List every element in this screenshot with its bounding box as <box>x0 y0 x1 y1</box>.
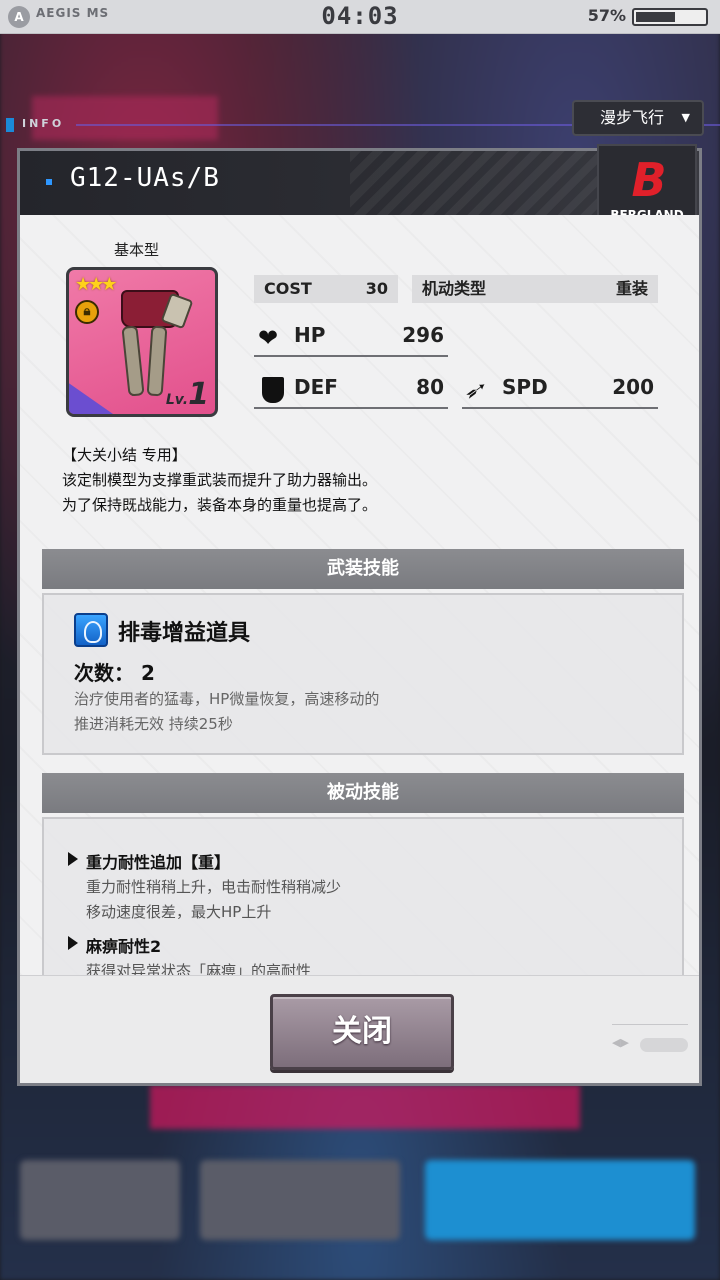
passive-description-line: 移动速度很差，最大HP上升 <box>86 903 272 921</box>
scroll-control[interactable]: ◀▶ <box>612 1018 692 1058</box>
header-decoration <box>350 151 600 215</box>
battery-percent: 57% <box>587 6 626 25</box>
passive-skill-header: 被动技能 <box>42 773 684 813</box>
close-button[interactable]: 关闭 <box>270 994 454 1070</box>
skill-count: 次数： 2 <box>74 657 155 686</box>
passive-description-line: 重力耐性稍稍上升，电击耐性稍稍减少 <box>86 878 342 896</box>
mobility-label: 机动类型 <box>422 279 487 298</box>
battery-icon <box>632 8 708 26</box>
hp-value: 296 <box>402 323 444 347</box>
skill-description-line: 推进消耗无效 持续25秒 <box>74 715 233 733</box>
passive-name: 重力耐性追加【重】 <box>86 853 231 872</box>
info-marker <box>6 118 14 132</box>
weapon-skill-box: 排毒增益道具 次数： 2 治疗使用者的猛毒，HP微量恢复，高速移动的 推进消耗无… <box>42 593 684 755</box>
cost-stat: COST 30 <box>254 275 398 303</box>
background-home-button <box>200 1160 400 1240</box>
armor-part <box>146 325 168 397</box>
lock-icon[interactable]: 🔒︎ <box>75 300 99 324</box>
equipment-description: 【大关小结 专用】 该定制模型为支撑重武装而提升了助力器输出。 为了保持既战能力… <box>62 443 662 518</box>
description-line: 【大关小结 专用】 <box>62 446 187 464</box>
cost-value: 30 <box>365 279 388 298</box>
def-value: 80 <box>416 375 444 399</box>
battery-fill <box>636 12 675 22</box>
spd-value: 200 <box>612 375 654 399</box>
def-stat: DEF 80 <box>254 371 448 409</box>
panel-footer: 关闭 ◀▶ <box>20 975 699 1083</box>
mode-dropdown-value: 漫步飞行 <box>600 108 665 127</box>
mobility-value: 重装 <box>615 279 648 298</box>
caret-down-icon: ▼ <box>681 111 690 124</box>
skill-description: 治疗使用者的猛毒，HP微量恢复，高速移动的 推进消耗无效 持续25秒 <box>74 687 634 737</box>
level-label: Lv. <box>165 392 189 408</box>
leg-slot-icon <box>69 383 113 414</box>
status-bar: A AEGIS MS 04:03 57% <box>0 0 720 34</box>
skill-name: 排毒增益道具 <box>118 621 251 646</box>
cost-label: COST <box>264 279 312 298</box>
skill-count-value: 2 <box>140 661 155 685</box>
def-label: DEF <box>294 375 338 399</box>
level-indicator: Lv.1 <box>166 380 209 410</box>
info-label: INFO <box>22 117 65 130</box>
description-line: 该定制模型为支撑重武装而提升了助力器输出。 <box>62 471 378 489</box>
spd-label: SPD <box>502 375 548 399</box>
skill-description-line: 治疗使用者的猛毒，HP微量恢复，高速移动的 <box>74 690 380 708</box>
heart-icon: ❤ <box>258 324 279 352</box>
equipment-card: ★★★ 🔒︎ Lv.1 <box>66 267 218 417</box>
background-bottom-bar <box>150 1085 580 1129</box>
brand-logo-icon: B <box>631 153 667 207</box>
equipment-detail-panel: G12-UAs/B B BERGLAND 基本型 ★★★ 🔒︎ Lv.1 COS… <box>17 144 702 1086</box>
passive-description: 重力耐性稍稍上升，电击耐性稍稍减少 移动速度很差，最大HP上升 <box>86 875 341 925</box>
panel-body[interactable]: 基本型 ★★★ 🔒︎ Lv.1 COST 30 机动类型 重装 ❤ HP 296 <box>20 215 699 975</box>
skill-detox-icon <box>74 613 108 647</box>
description-line: 为了保持既战能力，装备本身的重量也提高了。 <box>62 496 378 514</box>
scroll-arrows-icon[interactable]: ◀▶ <box>612 1036 629 1049</box>
armor-part <box>121 325 145 397</box>
hp-label: HP <box>294 323 326 347</box>
spd-stat: ➶ SPD 200 <box>460 371 658 409</box>
bullet-triangle-icon <box>68 936 78 950</box>
hp-stat: ❤ HP 296 <box>254 319 448 357</box>
passive-description: 获得对异常状态「麻痹」的高耐性 <box>86 959 311 975</box>
mode-dropdown[interactable]: 漫步飞行 ▼ <box>572 100 704 136</box>
passive-skill-box: 重力耐性追加【重】 重力耐性稍稍上升，电击耐性稍稍减少 移动速度很差，最大HP上… <box>42 817 684 975</box>
weapon-skill-header: 武装技能 <box>42 549 684 589</box>
wing-icon: ➶ <box>460 376 492 404</box>
scroll-thumb[interactable] <box>640 1038 688 1052</box>
rarity-stars-icon: ★★★ <box>75 274 117 295</box>
equipment-type-label: 基本型 <box>114 241 160 259</box>
mobility-stat: 机动类型 重装 <box>412 275 658 303</box>
title-marker <box>46 179 52 185</box>
passive-name: 麻痹耐性2 <box>86 937 162 956</box>
passive-description-line: 获得对异常状态「麻痹」的高耐性 <box>86 962 312 975</box>
skill-count-label: 次数： <box>74 661 134 685</box>
equipment-title: G12-UAs/B <box>70 163 220 193</box>
background-back-button <box>20 1160 180 1240</box>
scroll-track <box>612 1024 688 1025</box>
bullet-triangle-icon <box>68 852 78 866</box>
background-action-button <box>425 1160 695 1240</box>
shield-icon <box>262 377 284 403</box>
level-value: 1 <box>188 377 209 412</box>
